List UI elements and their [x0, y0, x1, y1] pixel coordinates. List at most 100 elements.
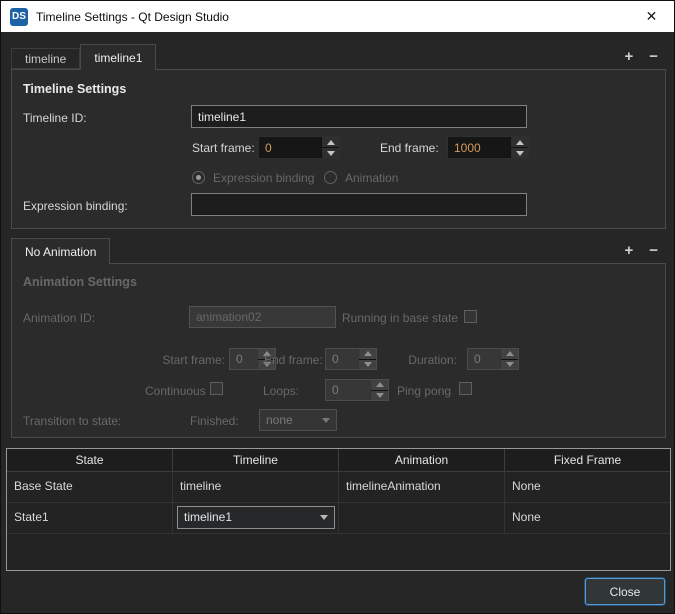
spin-up-icon	[375, 382, 384, 388]
duration-value: 0	[474, 352, 481, 366]
tab-label: timeline1	[94, 50, 143, 65]
remove-animation-button[interactable]: −	[649, 243, 658, 258]
spin-up-button	[371, 380, 388, 390]
spin-buttons	[500, 349, 518, 369]
cell-timeline: timeline1	[173, 503, 339, 533]
window-close-button[interactable]: ✕	[629, 1, 674, 32]
spin-up-icon	[505, 351, 514, 357]
expression-binding-radio-label: Expression binding	[213, 171, 315, 185]
tab-timeline1[interactable]: timeline1	[80, 44, 157, 70]
cell-state: State1	[7, 503, 173, 533]
timeline-dropdown[interactable]: timeline1	[177, 506, 335, 529]
tab-timeline[interactable]: timeline	[11, 48, 81, 69]
table-row: Base State timeline timelineAnimation No…	[7, 472, 670, 503]
column-header-fixed-frame: Fixed Frame	[553, 453, 622, 467]
anim-end-frame-spinbox: 0	[325, 348, 377, 370]
expression-binding-radio	[192, 171, 205, 184]
spin-down-icon	[375, 392, 384, 398]
state-mapping-table: State Timeline Animation Fixed Frame Bas…	[6, 448, 671, 571]
timeline-tabbar: timeline timeline1 + −	[11, 43, 664, 70]
close-button-label: Close	[609, 584, 641, 599]
add-animation-button[interactable]: +	[624, 243, 633, 258]
cell-fixed-frame: None	[512, 510, 541, 524]
animation-id-input	[189, 306, 336, 328]
animation-settings-heading: Animation Settings	[23, 275, 137, 289]
cell-animation	[339, 503, 505, 533]
expression-binding-input[interactable]	[191, 193, 527, 216]
end-frame-value: 1000	[454, 140, 481, 155]
spin-up-button[interactable]	[511, 137, 528, 147]
duration-label: Duration:	[408, 353, 457, 367]
start-frame-label: Start frame:	[192, 141, 255, 155]
timeline-tab-actions: + −	[624, 49, 664, 64]
chevron-down-icon	[316, 417, 336, 423]
close-icon: ✕	[645, 8, 658, 24]
anim-end-frame-label: End frame:	[264, 353, 323, 367]
continuous-label: Continuous	[145, 384, 206, 398]
remove-timeline-button[interactable]: −	[649, 49, 658, 64]
column-header-timeline: Timeline	[173, 449, 339, 471]
timeline-id-input[interactable]	[191, 105, 527, 128]
timeline-dropdown-value: timeline1	[184, 510, 233, 524]
finished-dropdown-value: none	[266, 413, 293, 427]
spin-down-button[interactable]	[322, 147, 339, 158]
start-frame-value: 0	[265, 140, 272, 155]
table-header-row: State Timeline Animation Fixed Frame	[7, 449, 670, 472]
finished-label: Finished:	[190, 414, 239, 428]
spin-down-icon	[363, 361, 372, 367]
spin-down-icon	[326, 150, 335, 156]
chevron-down-icon	[314, 515, 334, 520]
end-frame-label: End frame:	[380, 141, 439, 155]
tab-label: timeline	[25, 51, 67, 66]
animation-tabbar: No Animation + −	[11, 237, 664, 264]
animation-radio-label: Animation	[345, 171, 399, 185]
running-in-base-state-label: Running in base state	[342, 311, 459, 325]
continuous-checkbox	[210, 382, 223, 395]
spin-up-button	[501, 349, 518, 359]
animation-settings-panel: Animation Settings Animation ID: Running…	[11, 263, 666, 438]
cell-animation: timelineAnimation	[339, 472, 505, 502]
cell-timeline: timeline	[173, 472, 339, 502]
animation-radio	[324, 171, 337, 184]
spin-up-icon	[326, 139, 335, 145]
spin-down-icon	[515, 150, 524, 156]
titlebar: DS Timeline Settings - Qt Design Studio …	[1, 1, 674, 32]
anim-end-frame-value: 0	[332, 352, 339, 366]
timeline-settings-heading: Timeline Settings	[23, 82, 127, 96]
ping-pong-label: Ping pong	[397, 384, 452, 398]
spin-buttons	[321, 137, 339, 158]
spin-buttons	[358, 349, 376, 369]
spin-up-icon	[515, 139, 524, 145]
timeline-settings-panel: Timeline Settings Timeline ID: Start fra…	[11, 69, 666, 229]
running-in-base-state-checkbox	[464, 310, 477, 323]
animation-id-label: Animation ID:	[23, 311, 96, 325]
column-header-animation: Animation	[339, 449, 505, 471]
close-button[interactable]: Close	[585, 578, 665, 605]
spin-down-button	[359, 358, 376, 370]
timeline-settings-dialog: DS Timeline Settings - Qt Design Studio …	[0, 0, 675, 614]
spin-down-icon	[505, 361, 514, 367]
tab-no-animation[interactable]: No Animation	[11, 238, 111, 264]
spin-up-icon	[363, 351, 372, 357]
ping-pong-checkbox	[459, 382, 472, 395]
spin-down-button	[371, 389, 388, 401]
spin-down-button[interactable]	[511, 147, 528, 158]
spin-down-button	[501, 358, 518, 370]
add-timeline-button[interactable]: +	[624, 49, 633, 64]
anim-start-frame-value: 0	[236, 352, 243, 366]
end-frame-spinbox[interactable]: 1000	[447, 136, 529, 159]
app-logo-icon: DS	[10, 7, 28, 26]
duration-spinbox: 0	[467, 348, 519, 370]
column-header-state: State	[7, 449, 173, 471]
spin-up-button	[359, 349, 376, 359]
expression-binding-label: Expression binding:	[23, 199, 128, 213]
window-title: Timeline Settings - Qt Design Studio	[36, 9, 229, 24]
transition-to-state-label: Transition to state:	[23, 414, 122, 428]
spin-buttons	[370, 380, 388, 400]
anim-start-frame-label: Start frame:	[162, 353, 225, 367]
cell-state: Base State	[7, 472, 173, 502]
start-frame-spinbox[interactable]: 0	[258, 136, 340, 159]
spin-up-button[interactable]	[322, 137, 339, 147]
spin-buttons	[510, 137, 528, 158]
loops-value: 0	[332, 383, 339, 397]
